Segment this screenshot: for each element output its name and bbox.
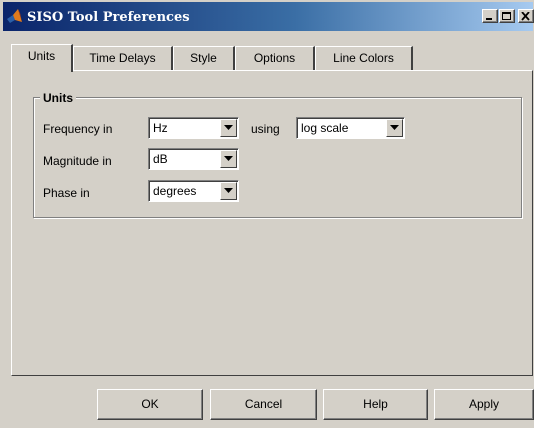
tab-options[interactable]: Options — [235, 46, 315, 70]
chevron-down-icon — [224, 125, 233, 130]
frequency-label: Frequency in — [43, 122, 113, 136]
tab-line-colors[interactable]: Line Colors — [315, 46, 413, 70]
maximize-button[interactable] — [499, 9, 515, 23]
units-group-title: Units — [40, 91, 76, 105]
magnitude-units-value: dB — [153, 152, 168, 166]
frequency-scale-dropdown-button[interactable] — [386, 119, 403, 137]
window-title: SISO Tool Preferences — [27, 10, 190, 25]
phase-label: Phase in — [43, 186, 90, 200]
frequency-scale-value: log scale — [301, 121, 349, 135]
apply-button[interactable]: Apply — [434, 389, 534, 420]
matlab-icon — [6, 8, 24, 26]
minimize-button[interactable] — [482, 9, 498, 23]
cancel-button[interactable]: Cancel — [210, 389, 317, 420]
magnitude-units-select[interactable]: dB — [148, 148, 239, 170]
frequency-scale-select[interactable]: log scale — [296, 117, 405, 139]
chevron-down-icon — [390, 125, 399, 130]
magnitude-units-dropdown-button[interactable] — [220, 150, 237, 168]
tab-label: Time Delays — [89, 51, 156, 65]
phase-units-select[interactable]: degrees — [148, 180, 239, 202]
minimize-icon — [486, 18, 492, 20]
tab-label: Line Colors — [333, 51, 394, 65]
close-icon — [521, 12, 530, 21]
maximize-icon — [502, 12, 511, 20]
frequency-units-select[interactable]: Hz — [148, 117, 239, 139]
chevron-down-icon — [224, 156, 233, 161]
using-label: using — [251, 122, 280, 136]
help-button[interactable]: Help — [323, 389, 428, 420]
phase-units-value: degrees — [153, 184, 197, 198]
close-button[interactable] — [518, 9, 534, 23]
tab-time-delays[interactable]: Time Delays — [73, 46, 173, 70]
chevron-down-icon — [224, 188, 233, 193]
magnitude-label: Magnitude in — [43, 154, 112, 168]
title-bar[interactable]: SISO Tool Preferences — [1, 0, 534, 33]
tab-units[interactable]: Units — [11, 44, 73, 72]
tab-label: Options — [253, 51, 296, 65]
frequency-units-value: Hz — [153, 121, 168, 135]
tab-label: Style — [190, 51, 217, 65]
ok-button[interactable]: OK — [97, 389, 203, 420]
tab-label: Units — [27, 49, 56, 63]
phase-units-dropdown-button[interactable] — [220, 182, 237, 200]
frequency-units-dropdown-button[interactable] — [220, 119, 237, 137]
tab-style[interactable]: Style — [173, 46, 235, 70]
preferences-window: SISO Tool Preferences Units Time Delays — [0, 0, 534, 428]
